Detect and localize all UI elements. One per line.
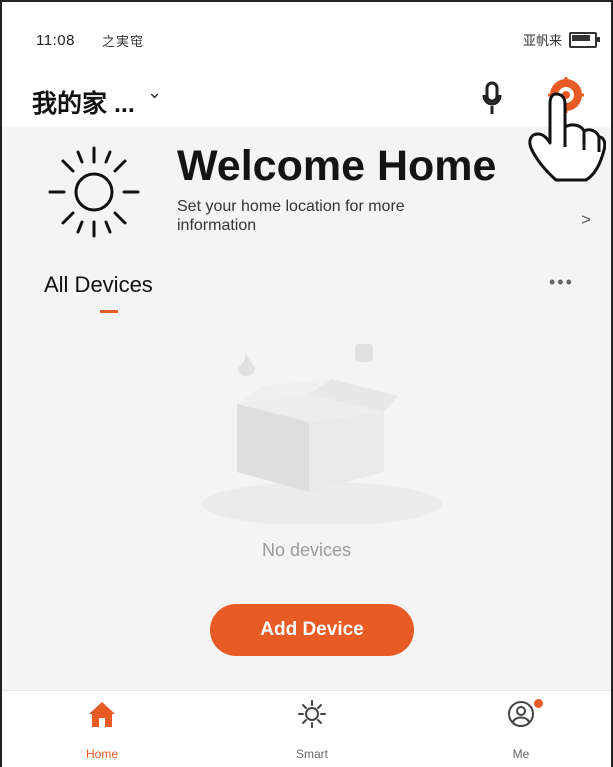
notification-badge	[534, 699, 543, 708]
phone-screen: 11:08 之実窀 亚帆来 我的家 ... ⌄ Welcome Home Set…	[0, 0, 613, 767]
home-selector[interactable]: 我的家 ...	[32, 84, 135, 120]
status-right-icons: 亚帆来	[522, 33, 562, 48]
welcome-arrow-icon[interactable]: >	[581, 210, 591, 230]
devices-tab-underline	[100, 310, 118, 313]
home-dropdown-chevron-icon[interactable]: ⌄	[147, 82, 162, 103]
status-right: 亚帆来	[522, 30, 600, 49]
empty-state-text: No devices	[261, 540, 352, 560]
microphone-icon[interactable]	[480, 80, 504, 116]
home-icon	[89, 702, 115, 727]
empty-box-illustration	[202, 344, 442, 524]
nav-smart-label: Smart	[295, 747, 328, 761]
more-options-icon[interactable]: •••	[549, 272, 574, 293]
nav-me[interactable]: Me	[461, 691, 581, 767]
nav-home[interactable]: Home	[42, 691, 162, 767]
welcome-title: Welcome Home	[177, 142, 497, 190]
devices-section-title[interactable]: All Devices	[44, 272, 153, 298]
nav-home-label: Home	[85, 747, 118, 761]
add-device-button[interactable]: Add Device	[210, 604, 414, 656]
nav-smart[interactable]: Smart	[252, 691, 372, 767]
bottom-navigation: Home Smart Me	[2, 690, 611, 767]
weather-sun-icon	[48, 146, 140, 238]
status-icons: 之実窀	[102, 34, 145, 49]
smart-icon	[298, 700, 326, 728]
welcome-subtitle: Set your home location for more informat…	[177, 198, 405, 234]
me-icon	[508, 701, 534, 727]
battery-icon	[569, 31, 600, 48]
nav-me-label: Me	[512, 747, 530, 761]
status-time: 11:08	[36, 32, 75, 49]
